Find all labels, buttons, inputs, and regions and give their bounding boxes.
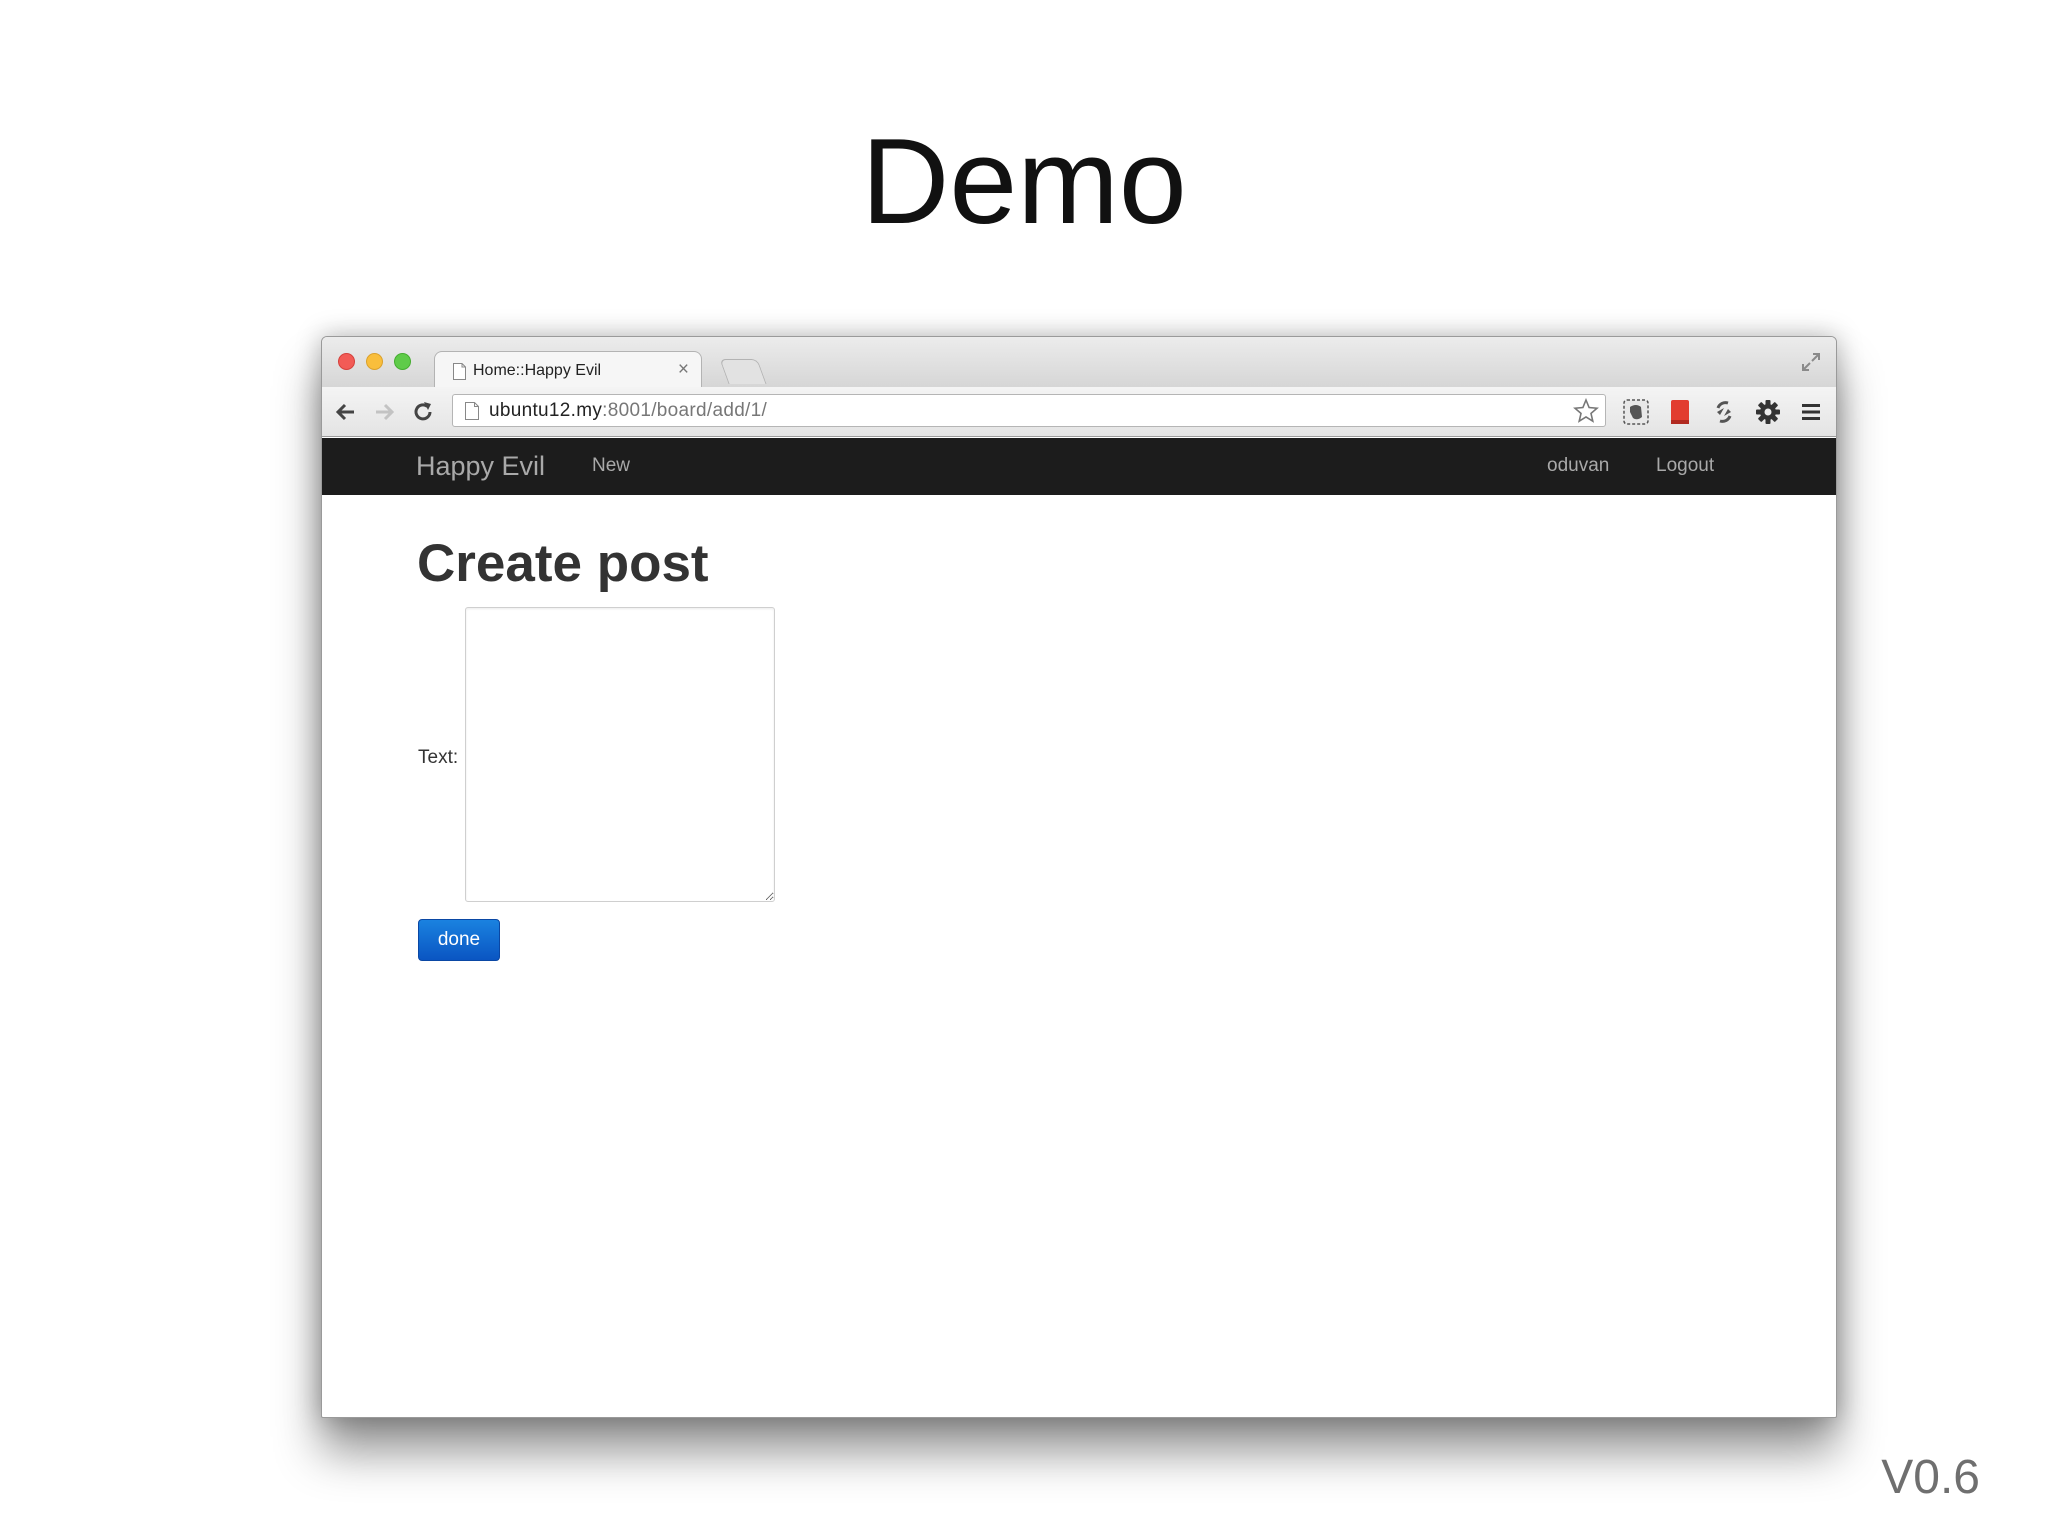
browser-tab[interactable]: Home::Happy Evil × [434, 351, 702, 391]
sync-extension-icon[interactable] [1710, 398, 1738, 426]
slide-title: Demo [861, 113, 1187, 249]
zoom-window-button[interactable] [394, 353, 411, 370]
site-navbar: Happy Evil New oduvan Logout [322, 438, 1836, 495]
brand-link[interactable]: Happy Evil [416, 451, 545, 482]
url-host: ubuntu12.my [489, 400, 603, 421]
star-icon[interactable] [1573, 398, 1599, 424]
menu-icon[interactable] [1797, 398, 1825, 426]
url-path: :8001/board/add/1/ [602, 400, 768, 421]
browser-toolbar: ubuntu12.my:8001/board/add/1/ [322, 387, 1836, 437]
close-window-button[interactable] [338, 353, 355, 370]
new-tab-button[interactable] [719, 359, 767, 384]
back-arrow-icon[interactable] [333, 399, 359, 425]
post-text-input[interactable] [465, 607, 775, 902]
reload-icon[interactable] [410, 399, 436, 425]
done-button[interactable]: done [418, 919, 500, 961]
tab-title: Home::Happy Evil [473, 362, 602, 379]
text-field-label: Text: [418, 747, 459, 768]
nav-link-new[interactable]: New [592, 455, 630, 477]
page-title: Create post [417, 534, 709, 593]
browser-titlebar: Home::Happy Evil × [322, 337, 1836, 391]
tab-close-icon[interactable]: × [678, 359, 689, 381]
bookmark-extension-icon[interactable] [1666, 398, 1694, 426]
fullscreen-icon[interactable] [1800, 351, 1822, 373]
minimize-window-button[interactable] [366, 353, 383, 370]
browser-window: Home::Happy Evil × ubuntu12.my:8001/boar… [321, 336, 1837, 1418]
address-bar[interactable]: ubuntu12.my:8001/board/add/1/ [452, 394, 1606, 427]
user-link[interactable]: oduvan [1547, 455, 1609, 477]
version-label: V0.6 [1881, 1451, 1980, 1504]
page-icon [465, 402, 479, 420]
forward-arrow-icon[interactable] [371, 399, 397, 425]
url-text: ubuntu12.my:8001/board/add/1/ [489, 400, 767, 422]
evernote-icon[interactable] [1622, 398, 1650, 426]
gear-icon[interactable] [1754, 398, 1782, 426]
page-icon [453, 363, 466, 380]
logout-link[interactable]: Logout [1656, 455, 1714, 477]
